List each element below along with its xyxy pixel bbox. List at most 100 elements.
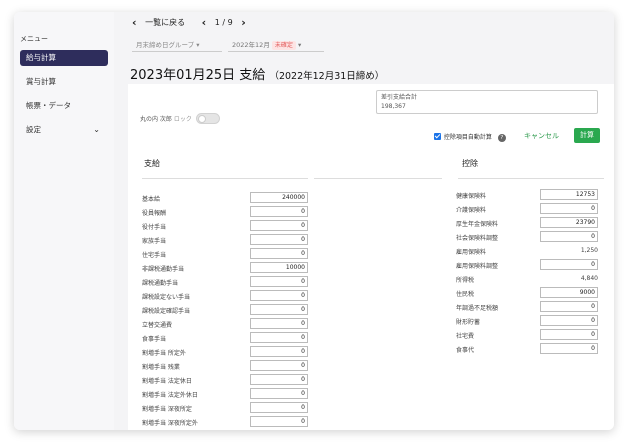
payment-row-input[interactable]: 0 bbox=[250, 290, 308, 301]
deduction-row-input[interactable]: 0 bbox=[540, 315, 598, 326]
help-icon[interactable]: ? bbox=[497, 134, 506, 142]
sidebar-item-bonus[interactable]: 賞与計算 bbox=[20, 74, 108, 90]
caret-down-icon: ▾ bbox=[196, 41, 200, 49]
net-pay-value: 198,367 bbox=[381, 103, 406, 110]
auto-calc-checkbox-row[interactable]: 控除項目自動計算 ? bbox=[434, 132, 506, 142]
deduction-row-label: 健康保険料 bbox=[456, 193, 487, 200]
deduction-row-label: 所得税 bbox=[456, 277, 475, 284]
payment-row-label: 住宅手当 bbox=[142, 252, 167, 259]
group-dropdown[interactable]: 月末締め日グループ ▾ bbox=[132, 38, 222, 52]
payment-row-input[interactable]: 0 bbox=[250, 388, 308, 399]
deduction-row-input[interactable]: 0 bbox=[540, 343, 598, 354]
sidebar-item-label: 帳票・データ bbox=[26, 101, 71, 110]
caret-down-icon: ▾ bbox=[298, 41, 302, 49]
page-title-text: 2023年01月25日 支給 bbox=[130, 68, 266, 83]
prev-page-icon[interactable]: ‹ bbox=[202, 16, 207, 29]
deduction-row-input[interactable]: 0 bbox=[540, 231, 598, 242]
deduction-row-label: 食事代 bbox=[456, 347, 475, 354]
back-chevron-icon[interactable]: ‹ bbox=[132, 16, 137, 29]
auto-calc-label: 控除項目自動計算 bbox=[443, 134, 492, 141]
deductions-divider bbox=[458, 178, 604, 179]
payment-row-input[interactable]: 0 bbox=[250, 248, 308, 259]
payment-row-label: 割増手当 残業 bbox=[142, 364, 180, 371]
sidebar: メニュー 給与計算 賞与計算 帳票・データ 設定 ⌄ bbox=[14, 12, 114, 430]
lock-label: ロック bbox=[173, 116, 192, 123]
deduction-row-label: 雇用保険料調整 bbox=[456, 263, 499, 270]
payment-row-label: 基本給 bbox=[142, 196, 161, 203]
sidebar-item-reports[interactable]: 帳票・データ bbox=[20, 98, 108, 114]
deduction-row-label: 年調過不足税額 bbox=[456, 305, 499, 312]
period-dropdown[interactable]: 2022年12月 未確定 ▾ bbox=[228, 38, 324, 52]
payment-row-label: 食事手当 bbox=[142, 336, 167, 343]
payment-row-input[interactable]: 0 bbox=[250, 276, 308, 287]
payment-row-label: 家族手当 bbox=[142, 238, 167, 245]
deduction-row-input[interactable]: 0 bbox=[540, 203, 598, 214]
payment-row-label: 割増手当 法定外休日 bbox=[142, 392, 198, 399]
app-window: メニュー 給与計算 賞与計算 帳票・データ 設定 ⌄ ‹ 一覧に戻る ‹ 1 /… bbox=[14, 12, 614, 430]
deduction-row-label: 社宅費 bbox=[456, 333, 475, 340]
payment-row-input[interactable]: 0 bbox=[250, 346, 308, 357]
deduction-row-label: 介護保険料 bbox=[456, 207, 487, 214]
payment-row-input[interactable]: 240000 bbox=[250, 192, 308, 203]
deduction-row-label: 財形貯蓄 bbox=[456, 319, 481, 326]
deduction-row-input[interactable]: 0 bbox=[540, 301, 598, 312]
payments-divider bbox=[142, 178, 308, 179]
calculate-button[interactable]: 計算 bbox=[574, 128, 600, 143]
main-area: ‹ 一覧に戻る ‹ 1 / 9 › 月末締め日グループ ▾ 2022年12月 未… bbox=[114, 12, 614, 430]
payment-row-label: 役付手当 bbox=[142, 224, 167, 231]
deduction-row-input[interactable]: 9000 bbox=[540, 287, 598, 298]
payment-row-input[interactable]: 0 bbox=[250, 304, 308, 315]
sidebar-title: メニュー bbox=[20, 35, 48, 43]
middle-divider bbox=[314, 178, 442, 179]
checkbox-checked-icon[interactable] bbox=[434, 133, 441, 140]
deduction-row-label: 社会保険料調整 bbox=[456, 235, 499, 242]
payment-row-label: 非課税通勤手当 bbox=[142, 266, 185, 273]
cancel-button[interactable]: キャンセル bbox=[524, 131, 559, 141]
back-to-list-link[interactable]: 一覧に戻る bbox=[145, 17, 185, 28]
payment-row-input[interactable]: 10000 bbox=[250, 262, 308, 273]
sidebar-item-settings[interactable]: 設定 ⌄ bbox=[20, 122, 108, 138]
payment-row-input[interactable]: 0 bbox=[250, 234, 308, 245]
sidebar-item-label: 賞与計算 bbox=[26, 77, 56, 86]
deduction-row-input[interactable]: 0 bbox=[540, 259, 598, 270]
deduction-row-label: 厚生年金保険料 bbox=[456, 221, 499, 228]
deduction-row-input[interactable]: 23790 bbox=[540, 217, 598, 228]
payment-row-label: 役員報酬 bbox=[142, 210, 167, 217]
payment-row-input[interactable]: 0 bbox=[250, 318, 308, 329]
payment-row-input[interactable]: 0 bbox=[250, 220, 308, 231]
payment-row-label: 課税通勤手当 bbox=[142, 280, 179, 287]
payment-row-label: 立替交通費 bbox=[142, 322, 173, 329]
sidebar-item-label: 設定 bbox=[26, 125, 41, 134]
chevron-down-icon: ⌄ bbox=[93, 125, 100, 134]
payment-row-input[interactable]: 0 bbox=[250, 360, 308, 371]
nav-row: ‹ 一覧に戻る ‹ 1 / 9 › bbox=[132, 16, 246, 29]
lock-toggle[interactable] bbox=[196, 113, 220, 124]
period-label: 2022年12月 bbox=[232, 41, 270, 49]
deduction-row-input[interactable]: 0 bbox=[540, 329, 598, 340]
deduction-row-value: 1,250 bbox=[580, 247, 598, 254]
payment-row-label: 割増手当 所定外 bbox=[142, 350, 186, 357]
payment-row-input[interactable]: 0 bbox=[250, 206, 308, 217]
deduction-row-input[interactable]: 12753 bbox=[540, 189, 598, 200]
payment-row-input[interactable]: 0 bbox=[250, 402, 308, 413]
deductions-heading: 控除 bbox=[462, 159, 478, 168]
payment-row-input[interactable]: 0 bbox=[250, 332, 308, 343]
deduction-row-label: 住民税 bbox=[456, 291, 475, 298]
sidebar-item-payroll[interactable]: 給与計算 bbox=[20, 50, 108, 66]
page-indicator: 1 / 9 bbox=[214, 18, 233, 27]
payment-row-label: 課税設定確認手当 bbox=[142, 308, 191, 315]
payment-row-input[interactable]: 0 bbox=[250, 416, 308, 427]
next-page-icon[interactable]: › bbox=[241, 16, 246, 29]
employee-name: 丸の内 次郎 bbox=[140, 116, 172, 123]
net-pay-box: 差引支給合計 198,367 bbox=[376, 90, 598, 114]
page-title: 2023年01月25日 支給 （2022年12月31日締め） bbox=[130, 64, 384, 83]
status-badge: 未確定 bbox=[271, 41, 296, 50]
payment-row-input[interactable]: 0 bbox=[250, 374, 308, 385]
toggle-knob bbox=[198, 115, 206, 123]
sidebar-item-label: 給与計算 bbox=[26, 53, 56, 62]
payment-row-label: 割増手当 深夜所定外 bbox=[142, 420, 198, 427]
payments-heading: 支給 bbox=[144, 159, 160, 168]
group-dropdown-label: 月末締め日グループ bbox=[136, 41, 195, 49]
payment-row-label: 割増手当 深夜所定 bbox=[142, 406, 192, 413]
page-subtitle: （2022年12月31日締め） bbox=[269, 71, 385, 82]
